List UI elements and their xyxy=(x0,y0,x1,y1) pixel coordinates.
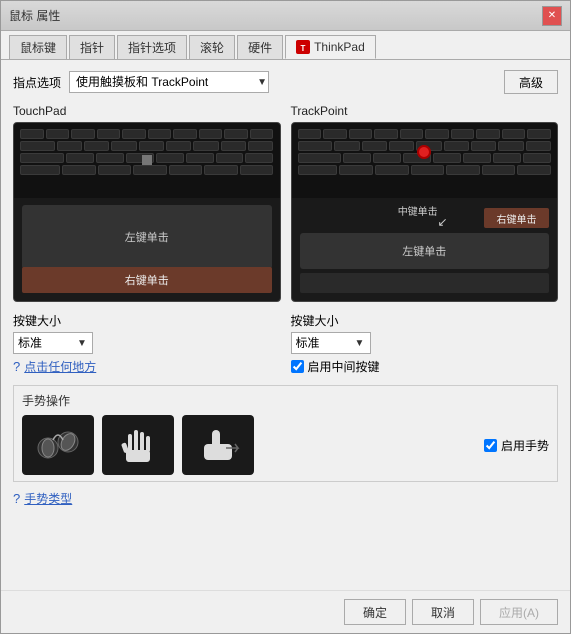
touchpad-btn-size-select[interactable]: 标准 xyxy=(13,332,93,354)
gesture-link-row: ? 手势类型 xyxy=(13,490,558,507)
device-dropdown[interactable]: 使用触摸板和 TrackPoint xyxy=(69,71,269,93)
trackpoint-bottom-strip xyxy=(300,273,550,293)
pointer-options-row: 指点选项 使用触摸板和 TrackPoint ▼ 高级 xyxy=(13,70,558,94)
trackpoint-btn-size-label: 按键大小 xyxy=(291,312,559,329)
gesture-hand-icon xyxy=(108,420,168,470)
enable-middle-row: 启用中间按键 xyxy=(291,358,559,375)
btn-size-row: 按键大小 标准 ▼ ? 点击任何地方 按键大小 标准 xyxy=(13,312,558,379)
gesture-images-row: 启用手势 xyxy=(22,415,549,475)
trackpoint-section: TrackPoint xyxy=(291,104,559,302)
trackpoint-right-btn[interactable]: 右键单击 xyxy=(484,208,549,228)
gesture-rotate-icon xyxy=(28,420,88,470)
ok-button[interactable]: 确定 xyxy=(344,599,406,625)
advanced-button[interactable]: 高级 xyxy=(504,70,558,94)
apply-button[interactable]: 应用(A) xyxy=(480,599,558,625)
trackpoint-visual: 中键单击 ↙ 右键单击 左键单击 xyxy=(291,122,559,302)
trackpoint-red-dot xyxy=(417,145,431,159)
click-anywhere-link[interactable]: 点击任何地方 xyxy=(24,358,96,375)
trackpoint-surface[interactable]: 左键单击 xyxy=(300,233,550,269)
gesture-enable-row: 启用手势 xyxy=(484,437,549,454)
trackpoint-right-label: 右键单击 xyxy=(497,211,537,226)
device-dropdown-wrapper: 使用触摸板和 TrackPoint ▼ xyxy=(69,71,269,93)
gesture-section-title: 手势操作 xyxy=(22,392,549,409)
thinkpad-tab-icon: T xyxy=(296,40,310,54)
tab-content: 指点选项 使用触摸板和 TrackPoint ▼ 高级 TouchPad xyxy=(1,60,570,590)
tab-mouse-keys[interactable]: 鼠标键 xyxy=(9,35,67,59)
enable-middle-checkbox[interactable] xyxy=(291,360,304,373)
touchpad-visual: 左键单击 右键单击 xyxy=(13,122,281,302)
trackpoint-btn-size-section: 按键大小 标准 ▼ 启用中间按键 xyxy=(291,312,559,379)
cancel-button[interactable]: 取消 xyxy=(412,599,474,625)
touchpad-left-label: 左键单击 xyxy=(125,229,169,245)
touchpad-surface[interactable]: 左键单击 xyxy=(22,205,272,269)
touchpad-indicator-dot xyxy=(142,155,152,165)
gesture-image-2 xyxy=(102,415,174,475)
title-controls: ✕ xyxy=(542,6,562,26)
enable-gesture-checkbox[interactable] xyxy=(484,439,497,452)
trackpoint-left-label: 左键单击 xyxy=(402,243,446,259)
tab-hardware[interactable]: 硬件 xyxy=(237,35,283,59)
gesture-section: 手势操作 xyxy=(13,385,558,482)
pointer-options-label: 指点选项 xyxy=(13,74,61,91)
window-title: 鼠标 属性 xyxy=(9,7,60,24)
touchpad-right-btn[interactable]: 右键单击 xyxy=(22,267,272,293)
trackpoint-btn-size-select[interactable]: 标准 xyxy=(291,332,371,354)
gesture-type-link[interactable]: 手势类型 xyxy=(24,490,72,507)
close-button[interactable]: ✕ xyxy=(542,6,562,26)
enable-gesture-label: 启用手势 xyxy=(501,437,549,454)
tab-scroll[interactable]: 滚轮 xyxy=(189,35,235,59)
tabs-bar: 鼠标键 指针 指针选项 滚轮 硬件 T ThinkPad xyxy=(1,31,570,60)
arrow-icon: ↙ xyxy=(438,215,448,229)
enable-middle-label: 启用中间按键 xyxy=(308,358,380,375)
trackpoint-btn-size-wrapper: 标准 ▼ xyxy=(291,332,559,354)
devices-row: TouchPad xyxy=(13,104,558,302)
gesture-image-1 xyxy=(22,415,94,475)
title-bar: 鼠标 属性 ✕ xyxy=(1,1,570,31)
trackpoint-middle-label: 中键单击 xyxy=(398,203,438,218)
touchpad-title: TouchPad xyxy=(13,104,281,118)
touchpad-btn-size-wrapper: 标准 ▼ xyxy=(13,332,281,354)
touchpad-section: TouchPad xyxy=(13,104,281,302)
gesture-swipe-icon xyxy=(188,420,248,470)
bottom-buttons: 确定 取消 应用(A) xyxy=(1,590,570,633)
touchpad-btn-size-section: 按键大小 标准 ▼ ? 点击任何地方 xyxy=(13,312,281,379)
svg-text:T: T xyxy=(301,44,306,53)
trackpoint-title: TrackPoint xyxy=(291,104,559,118)
touchpad-btn-size-label: 按键大小 xyxy=(13,312,281,329)
touchpad-right-label: 右键单击 xyxy=(125,272,169,288)
tab-thinkpad[interactable]: T ThinkPad xyxy=(285,35,376,59)
tab-pointer-options[interactable]: 指针选项 xyxy=(117,35,187,59)
gesture-help-icon[interactable]: ? xyxy=(13,491,20,506)
main-window: 鼠标 属性 ✕ 鼠标键 指针 指针选项 滚轮 硬件 T ThinkPad xyxy=(0,0,571,634)
gesture-image-3 xyxy=(182,415,254,475)
click-link-row: ? 点击任何地方 xyxy=(13,358,281,375)
help-icon[interactable]: ? xyxy=(13,359,20,374)
tab-pointer[interactable]: 指针 xyxy=(69,35,115,59)
